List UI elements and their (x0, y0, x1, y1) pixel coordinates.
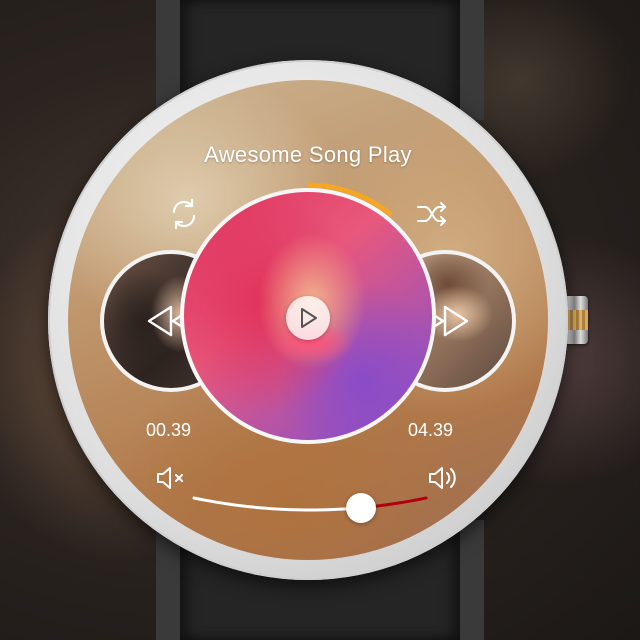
watch-face: Awesome Song Play 00.39 04.39 (68, 80, 548, 560)
volume-track-filled (192, 496, 363, 512)
play-icon (301, 308, 317, 328)
repeat-icon[interactable] (164, 194, 204, 234)
volume-slider-thumb[interactable] (346, 492, 377, 523)
total-time: 04.39 (408, 420, 454, 440)
play-button[interactable] (286, 296, 330, 340)
volume-slider[interactable] (190, 484, 430, 532)
volume-loud-icon[interactable] (424, 460, 464, 496)
volume-mute-icon[interactable] (152, 460, 192, 496)
song-title: Awesome Song Play (204, 142, 412, 167)
elapsed-time: 00.39 (146, 420, 192, 440)
shuffle-icon[interactable] (412, 194, 452, 234)
